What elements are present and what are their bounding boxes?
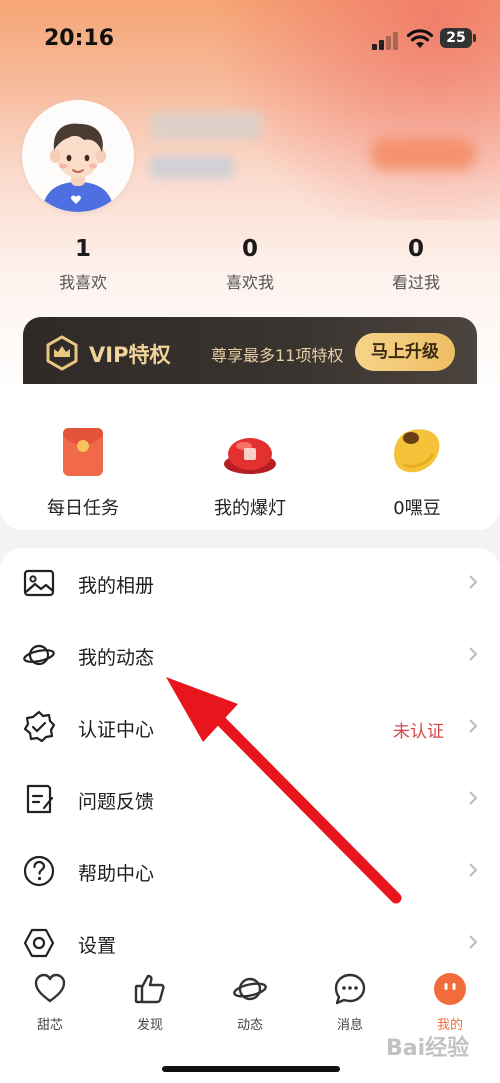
question-circle-icon [23, 855, 55, 887]
stat-label: 喜欢我 [225, 273, 274, 292]
face-icon [434, 973, 466, 1005]
chevron-right-icon [469, 791, 478, 805]
stat-label: 看过我 [391, 273, 440, 292]
menu-card: 我的相册 我的动态 认证中心 未认证 问题反馈 帮助中心 设置 [0, 548, 500, 968]
status-time: 20:16 [44, 26, 115, 51]
stat-value: 0 [407, 236, 424, 262]
tab-label: 甜芯 [36, 1018, 63, 1033]
stat-label: 我喜欢 [58, 273, 107, 292]
vip-banner[interactable]: VIP特权 尊享最多11项特权 马上升级 [23, 317, 477, 389]
avatar[interactable] [22, 100, 134, 212]
quick-actions-card: 每日任务 我的爆灯 0嘿豆 [0, 384, 500, 530]
tab-label: 动态 [236, 1018, 263, 1033]
quick-action-label: 每日任务 [47, 498, 119, 519]
menu-item-label: 认证中心 [78, 719, 155, 741]
blurred-user-id [150, 156, 234, 178]
badge-check-icon [23, 710, 56, 743]
stat-viewed-me[interactable]: 0 看过我 [356, 236, 476, 293]
menu-item-label: 问题反馈 [78, 791, 155, 813]
wifi-icon [406, 29, 434, 48]
settings-hexagon-icon [23, 928, 55, 958]
photo-album-icon [23, 569, 55, 597]
blurred-edit-button[interactable] [370, 138, 476, 170]
verification-status: 未认证 [393, 722, 444, 742]
heart-icon [34, 973, 66, 1003]
vip-description: 尊享最多11项特权 [211, 346, 344, 365]
tab-label: 发现 [136, 1018, 163, 1033]
stat-i-like[interactable]: 1 我喜欢 [23, 236, 143, 293]
feedback-note-icon [26, 784, 54, 814]
thumbs-up-icon [134, 974, 165, 1004]
red-envelope-icon [63, 428, 103, 476]
watermark-text: Bai经验 [386, 1036, 470, 1061]
blurred-username [150, 112, 262, 140]
battery-indicator: 25 [440, 28, 476, 48]
cellular-signal-icon [372, 32, 402, 50]
red-bomb-light-icon [224, 438, 276, 474]
avatar-illustration [22, 100, 134, 212]
stat-value: 0 [241, 236, 258, 262]
planet-icon [233, 977, 267, 1001]
stat-likes-me[interactable]: 0 喜欢我 [190, 236, 310, 293]
chevron-right-icon [469, 575, 478, 589]
vip-title: VIP特权 [89, 343, 171, 367]
chevron-right-icon [469, 647, 478, 661]
tab-label: 消息 [336, 1018, 363, 1033]
bean-icon [394, 429, 440, 473]
menu-item-verification-center[interactable]: 认证中心 未认证 [0, 692, 500, 764]
chat-bubble-icon [334, 973, 366, 1005]
quick-action-label: 我的爆灯 [214, 498, 286, 519]
home-indicator [162, 1066, 340, 1072]
chevron-right-icon [469, 863, 478, 877]
planet-icon [23, 644, 55, 666]
menu-item-help-center[interactable]: 帮助中心 [0, 836, 500, 908]
menu-item-label: 帮助中心 [78, 863, 155, 885]
quick-action-label: 0嘿豆 [393, 498, 441, 519]
menu-item-label: 设置 [78, 935, 117, 957]
bottom-tab-bar: 甜芯 发现 动态 消息 我的 [0, 962, 500, 1083]
menu-item-label: 我的相册 [78, 575, 155, 597]
chevron-right-icon [469, 935, 478, 949]
stat-value: 1 [74, 236, 91, 262]
crown-badge-icon [46, 335, 78, 371]
chevron-right-icon [469, 719, 478, 733]
menu-item-my-moments[interactable]: 我的动态 [0, 620, 500, 692]
menu-item-label: 我的动态 [78, 647, 155, 669]
vip-upgrade-button[interactable]: 马上升级 [355, 333, 455, 371]
status-bar: 20:16 25 [0, 0, 500, 80]
menu-item-feedback[interactable]: 问题反馈 [0, 764, 500, 836]
menu-item-photo-album[interactable]: 我的相册 [0, 548, 500, 620]
